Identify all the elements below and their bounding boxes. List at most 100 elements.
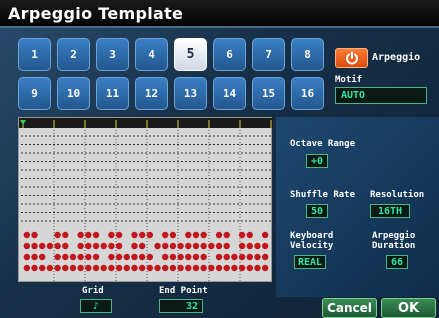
note-dot[interactable] (162, 231, 169, 239)
note-dot[interactable] (215, 264, 223, 272)
note-dot[interactable] (200, 264, 207, 272)
note-dot[interactable] (231, 264, 238, 272)
note-dot[interactable] (31, 264, 38, 272)
note-dot[interactable] (100, 264, 107, 272)
note-dot[interactable] (154, 264, 161, 272)
arpeggio-toggle-button[interactable] (335, 48, 368, 68)
arpeggio-duration-field[interactable]: 66 (386, 255, 408, 269)
note-dot[interactable] (108, 253, 115, 261)
note-dot[interactable] (238, 253, 246, 261)
note-dot[interactable] (77, 231, 84, 239)
note-dot[interactable] (77, 242, 84, 250)
note-dot[interactable] (115, 253, 123, 261)
note-dot[interactable] (169, 242, 177, 250)
note-dot[interactable] (23, 264, 31, 272)
end-point-field[interactable]: 32 (159, 299, 203, 313)
note-dot[interactable] (62, 242, 69, 250)
note-dot[interactable] (123, 264, 130, 272)
note-dot[interactable] (54, 264, 61, 272)
note-dot[interactable] (54, 253, 61, 261)
template-pad-6[interactable]: 6 (213, 38, 246, 71)
note-dot[interactable] (69, 264, 77, 272)
note-dot[interactable] (185, 253, 192, 261)
note-dot[interactable] (185, 264, 192, 272)
octave-range-field[interactable]: +0 (306, 154, 328, 168)
note-dot[interactable] (54, 231, 61, 239)
note-dot[interactable] (146, 264, 154, 272)
pattern-grid[interactable] (18, 117, 273, 282)
note-dot[interactable] (215, 242, 223, 250)
note-dot[interactable] (231, 253, 238, 261)
note-dot[interactable] (138, 253, 146, 261)
keyboard-velocity-field[interactable]: REAL (294, 255, 326, 269)
note-dot[interactable] (162, 264, 169, 272)
note-dot[interactable] (215, 253, 223, 261)
note-dot[interactable] (192, 242, 200, 250)
note-dot[interactable] (246, 231, 253, 239)
note-dot[interactable] (177, 264, 184, 272)
shuffle-rate-field[interactable]: 50 (306, 204, 328, 218)
note-dot[interactable] (261, 264, 269, 272)
motif-field[interactable]: AUTO (335, 87, 427, 104)
note-dot[interactable] (261, 253, 269, 261)
template-pad-3[interactable]: 3 (96, 38, 129, 71)
note-dot[interactable] (208, 242, 215, 250)
note-dot[interactable] (261, 231, 269, 239)
template-pad-2[interactable]: 2 (57, 38, 90, 71)
note-dot[interactable] (46, 264, 54, 272)
ok-button[interactable]: OK (381, 298, 436, 318)
note-dot[interactable] (31, 253, 38, 261)
note-dot[interactable] (177, 242, 184, 250)
template-pad-10[interactable]: 10 (57, 77, 90, 110)
note-dot[interactable] (254, 264, 261, 272)
template-pad-12[interactable]: 12 (135, 77, 168, 110)
template-pad-4[interactable]: 4 (135, 38, 168, 71)
note-dot[interactable] (246, 242, 253, 250)
note-dot[interactable] (223, 242, 230, 250)
note-dot[interactable] (85, 231, 92, 239)
note-dot[interactable] (115, 264, 123, 272)
note-dot[interactable] (108, 242, 115, 250)
note-dot[interactable] (169, 231, 177, 239)
note-dot[interactable] (169, 253, 177, 261)
note-dot[interactable] (85, 242, 92, 250)
note-dot[interactable] (92, 242, 100, 250)
note-dot[interactable] (223, 264, 230, 272)
note-dot[interactable] (192, 264, 200, 272)
note-dot[interactable] (200, 231, 207, 239)
note-dot[interactable] (200, 242, 207, 250)
note-dot[interactable] (185, 231, 192, 239)
note-dot[interactable] (23, 253, 31, 261)
note-dot[interactable] (131, 242, 138, 250)
note-dot[interactable] (131, 231, 138, 239)
note-dot[interactable] (131, 264, 138, 272)
note-dot[interactable] (162, 242, 169, 250)
note-dot[interactable] (108, 264, 115, 272)
note-dot[interactable] (254, 242, 261, 250)
note-dot[interactable] (215, 231, 223, 239)
note-dot[interactable] (238, 231, 246, 239)
template-pad-16[interactable]: 16 (291, 77, 324, 110)
note-dot[interactable] (39, 253, 46, 261)
template-pad-15[interactable]: 15 (252, 77, 285, 110)
note-dot[interactable] (62, 264, 69, 272)
note-dot[interactable] (169, 264, 177, 272)
note-dot[interactable] (154, 242, 161, 250)
note-dot[interactable] (54, 242, 61, 250)
template-pad-9[interactable]: 9 (18, 77, 51, 110)
note-dot[interactable] (31, 231, 38, 239)
note-dot[interactable] (115, 231, 123, 239)
note-dot[interactable] (46, 242, 54, 250)
note-dot[interactable] (246, 264, 253, 272)
note-dot[interactable] (23, 242, 31, 250)
note-dot[interactable] (62, 253, 69, 261)
note-dot[interactable] (177, 253, 184, 261)
note-dot[interactable] (92, 253, 100, 261)
note-dot[interactable] (246, 253, 253, 261)
note-dot[interactable] (185, 242, 192, 250)
note-dot[interactable] (238, 264, 246, 272)
note-dot[interactable] (223, 231, 230, 239)
note-dot[interactable] (77, 253, 84, 261)
note-dot[interactable] (208, 264, 215, 272)
template-pad-1[interactable]: 1 (18, 38, 51, 71)
